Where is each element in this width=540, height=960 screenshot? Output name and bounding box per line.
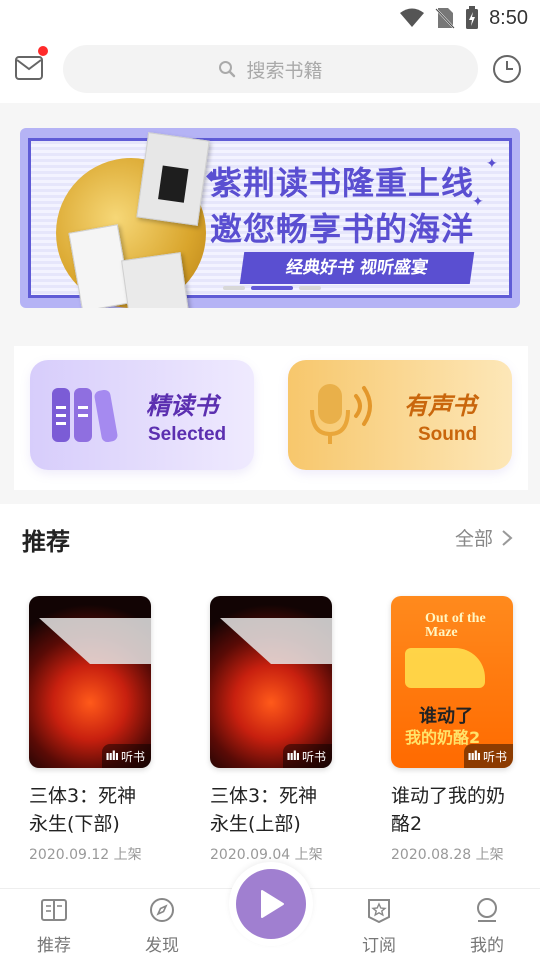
listen-badge-label: 听书 (482, 749, 507, 764)
tab-label: 订阅 (362, 936, 396, 956)
carousel-dot[interactable] (223, 286, 245, 290)
listen-badge: ıılı 听书 (463, 744, 513, 768)
carousel-indicator (223, 286, 327, 290)
carousel-dot[interactable] (299, 286, 321, 290)
book-title: 谁动了我的奶酪2 (391, 785, 506, 835)
sound-books-card[interactable]: 有声书 Sound (288, 360, 512, 470)
book-cover: Out of the Maze 谁动了 我的奶酪2 ıılı 听书 (391, 596, 513, 768)
play-button[interactable] (236, 869, 306, 939)
category-title: 精读书 (146, 392, 218, 420)
search-placeholder: 搜索书籍 (246, 59, 323, 82)
cover-english-title: Out of the Maze (425, 611, 486, 640)
messages-button[interactable] (14, 46, 50, 88)
book-cover: ıılı 听书 (210, 596, 332, 768)
books-icon (52, 388, 118, 443)
compass-icon (150, 898, 174, 922)
search-input[interactable]: 搜索书籍 (63, 45, 478, 93)
book-date: 2020.09.04 上架 (210, 847, 323, 863)
banner-title-line1: 紫荆读书隆重上线 (210, 164, 475, 202)
mail-icon (15, 56, 43, 80)
book-date: 2020.09.12 上架 (29, 847, 142, 863)
audio-wave-icon: ıılı (105, 749, 119, 763)
clock-time: 8:50 (489, 6, 528, 29)
cheese-illustration (405, 648, 485, 688)
notification-dot (38, 46, 48, 56)
book-card[interactable]: Out of the Maze 谁动了 我的奶酪2 ıılı 听书 谁动了我的奶… (391, 596, 513, 864)
battery-charging-icon (465, 6, 479, 30)
search-icon (219, 61, 236, 78)
listen-badge-label: 听书 (120, 749, 145, 764)
category-title: 有声书 (404, 392, 476, 420)
clock-icon (493, 55, 521, 83)
book-card[interactable]: ıılı 听书 三体3：死神永生(上部) 2020.09.04 上架 (210, 596, 332, 864)
tab-mine[interactable]: 我的 (457, 897, 517, 956)
view-all-link[interactable]: 全部 (455, 524, 513, 551)
carousel-dot-active[interactable] (251, 286, 293, 290)
chevron-right-icon (502, 529, 513, 546)
top-bar: 搜索书籍 (0, 42, 540, 98)
tab-subscribe[interactable]: 订阅 (349, 897, 409, 956)
book-cover: ıılı 听书 (29, 596, 151, 768)
book-image (136, 132, 210, 226)
tab-label: 发现 (145, 936, 179, 956)
book-card[interactable]: ıılı 听书 三体3：死神永生(下部) 2020.09.12 上架 (29, 596, 151, 864)
audio-wave-icon: ıılı (467, 749, 481, 763)
book-open-icon (41, 899, 67, 921)
listen-badge: ıılı 听书 (282, 744, 332, 768)
category-subtitle: Sound (418, 424, 478, 445)
audio-wave-icon: ıılı (286, 749, 300, 763)
tab-discover[interactable]: 发现 (132, 897, 192, 956)
banner-title-line2: 邀您畅享书的海洋 (210, 210, 475, 248)
history-button[interactable] (491, 53, 525, 87)
status-bar: 8:50 (0, 0, 540, 36)
microphone-icon (310, 384, 372, 444)
wifi-icon (399, 8, 425, 28)
category-subtitle: Selected (148, 424, 227, 445)
recommend-section: 推荐 全部 ıılı 听书 三体3：死神永生(下部) 2020.09.12 上架… (0, 504, 540, 888)
selected-books-card[interactable]: 精读书 Selected (30, 360, 254, 470)
listen-badge-label: 听书 (301, 749, 326, 764)
play-button-wrapper (229, 862, 313, 946)
book-image (121, 252, 189, 308)
section-title: 推荐 (22, 528, 70, 556)
view-all-label: 全部 (455, 528, 494, 550)
banner-tagline: 经典好书 视听盛宴 (239, 252, 475, 284)
user-icon (477, 898, 497, 922)
play-icon (261, 890, 284, 918)
promo-banner[interactable]: ✦ ✦ ◆ 紫荆读书隆重上线 邀您畅享书的海洋 经典好书 视听盛宴 (20, 128, 520, 308)
listen-badge: ıılı 听书 (101, 744, 151, 768)
no-sim-icon (435, 7, 455, 29)
tab-recommend[interactable]: 推荐 (24, 897, 84, 956)
tab-label: 推荐 (37, 936, 71, 956)
tab-label: 我的 (470, 936, 504, 956)
category-section: 精读书 Selected 有声书 Sound (14, 346, 528, 490)
sparkle-icon: ✦ (486, 156, 498, 172)
book-title: 三体3：死神永生(上部) (210, 785, 318, 835)
star-badge-icon (368, 899, 390, 923)
book-title: 三体3：死神永生(下部) (29, 785, 137, 835)
book-date: 2020.08.28 上架 (391, 847, 504, 863)
